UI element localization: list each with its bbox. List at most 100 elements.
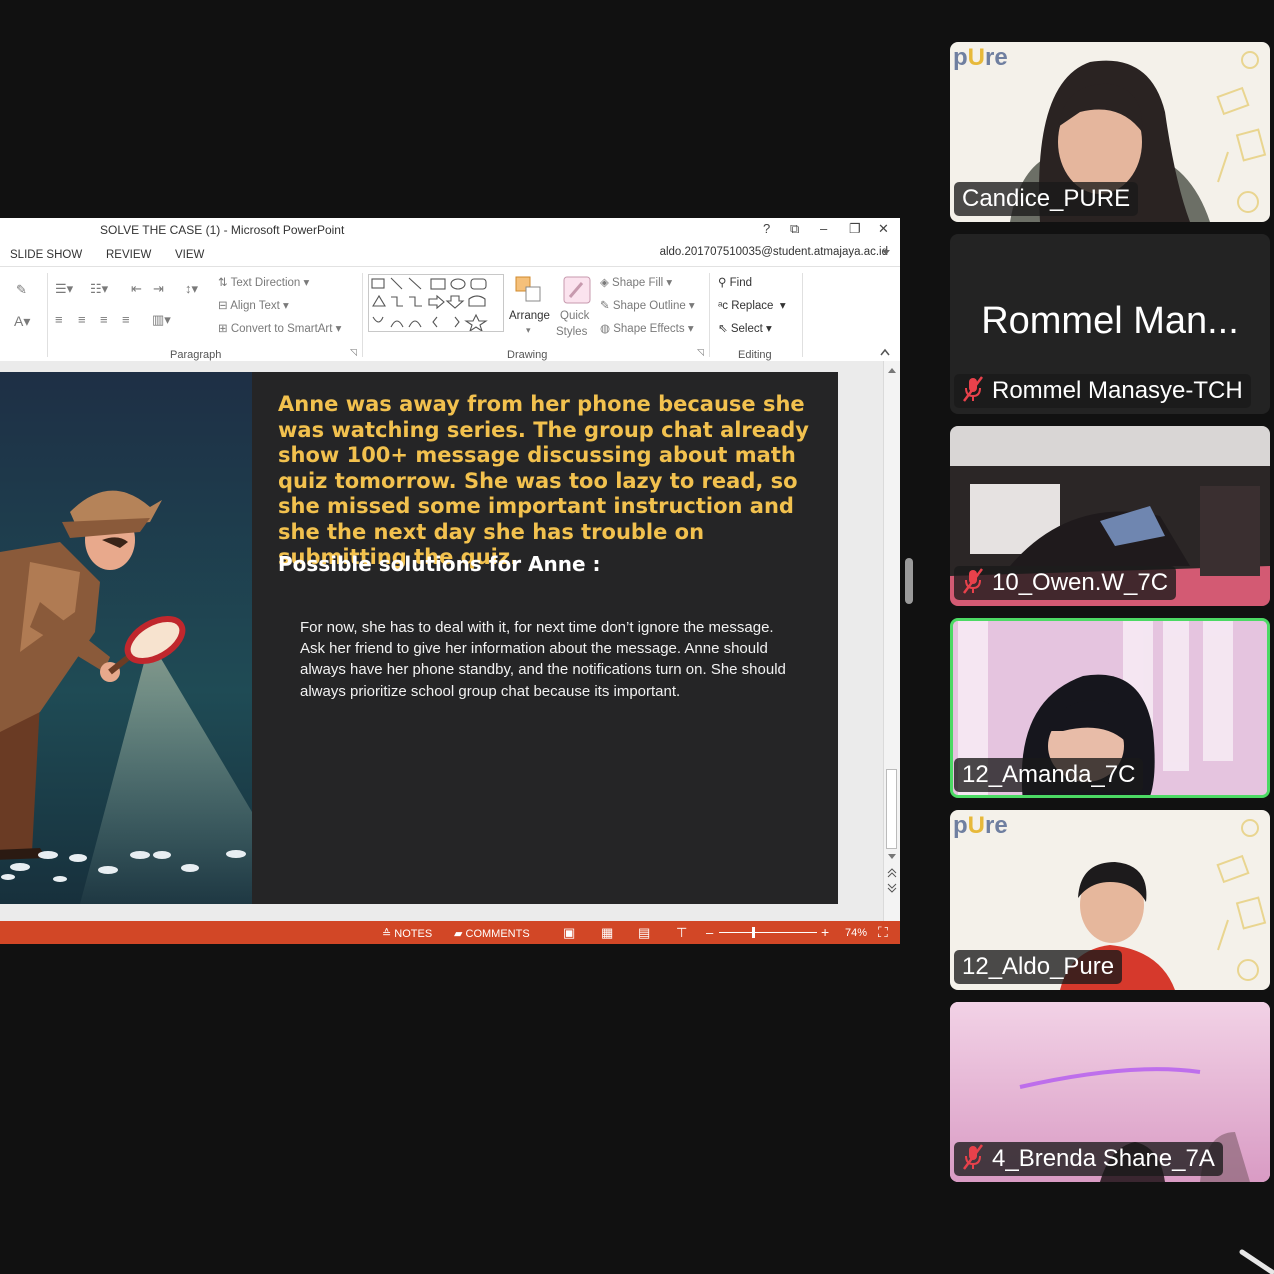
- shape-effects-icon: ◍: [600, 323, 614, 335]
- shape-outline-label: Shape Outline: [612, 300, 686, 312]
- line-spacing-icon[interactable]: ↕▾: [185, 281, 198, 297]
- reading-view-icon[interactable]: ▤: [638, 925, 650, 941]
- increase-indent-icon[interactable]: ⇥: [153, 281, 164, 297]
- zoom-out-icon[interactable]: –: [706, 925, 713, 940]
- participant-tile[interactable]: 10_Owen.W_7C: [950, 426, 1270, 606]
- replace-icon: ᵃc: [718, 300, 732, 312]
- collapse-ribbon-icon[interactable]: [880, 348, 890, 356]
- previous-slide-icon[interactable]: [887, 868, 897, 878]
- slide-editing-area: Anne was away from her phone because she…: [0, 361, 900, 921]
- participant-tile[interactable]: pUre 12_Aldo_Pure: [950, 810, 1270, 990]
- shape-fill-button[interactable]: ◈ Shape Fill ▾: [600, 275, 672, 289]
- participant-tile[interactable]: 4_Brenda Shane_7A: [950, 1002, 1270, 1182]
- tab-view[interactable]: VIEW: [175, 249, 204, 261]
- zoom-level[interactable]: 74%: [845, 927, 867, 939]
- dialog-launcher-icon[interactable]: ◹: [350, 347, 357, 358]
- participant-name: 10_Owen.W_7C: [992, 569, 1169, 596]
- numbering-icon[interactable]: ☷▾: [90, 281, 108, 297]
- arrange-icon[interactable]: [514, 275, 544, 305]
- chevron-down-icon[interactable]: [882, 250, 890, 256]
- participant-name-tag: Candice_PURE: [954, 182, 1139, 216]
- group-separator: [47, 273, 48, 357]
- binoculars-icon: ⚲: [718, 277, 730, 289]
- tab-review[interactable]: REVIEW: [106, 249, 151, 261]
- comments-button[interactable]: ▰ COMMENTS: [454, 927, 530, 940]
- scroll-up-icon[interactable]: [887, 366, 897, 374]
- columns-icon[interactable]: ▥▾: [152, 312, 171, 328]
- align-center-icon[interactable]: ≡: [78, 312, 86, 327]
- participant-name: 12_Aldo_Pure: [962, 953, 1115, 980]
- replace-button[interactable]: ᵃc Replace ▾: [718, 298, 786, 312]
- group-separator: [709, 273, 710, 357]
- shape-fill-label: Shape Fill: [612, 277, 664, 289]
- zoom-slider-thumb[interactable]: [752, 927, 755, 938]
- next-slide-icon[interactable]: [887, 883, 897, 893]
- close-button[interactable]: ✕: [878, 221, 889, 237]
- help-button[interactable]: ?: [763, 221, 770, 236]
- text-direction-button[interactable]: ⇅ Text Direction ▾: [218, 275, 309, 289]
- slide[interactable]: Anne was away from her phone because she…: [0, 372, 838, 904]
- notes-icon: ≙: [382, 928, 395, 940]
- shapes-gallery[interactable]: [368, 274, 504, 333]
- panel-scroll-handle[interactable]: [905, 558, 913, 604]
- participant-name-tag: 12_Aldo_Pure: [954, 950, 1123, 984]
- scroll-down-icon[interactable]: [887, 853, 897, 861]
- quick-styles-label-2[interactable]: Styles: [556, 326, 587, 338]
- group-separator: [802, 273, 803, 357]
- convert-smartart-button[interactable]: ⊞ Convert to SmartArt ▾: [218, 321, 341, 335]
- justify-icon[interactable]: ≡: [122, 312, 130, 327]
- participant-tile-active[interactable]: 12_Amanda_7C: [950, 618, 1270, 798]
- paint-bucket-icon: ◈: [600, 277, 613, 289]
- notes-button[interactable]: ≙ NOTES: [382, 927, 432, 940]
- select-button[interactable]: ⇖ Select ▾: [718, 321, 772, 335]
- resize-handle-icon[interactable]: [1238, 1248, 1274, 1274]
- shape-effects-button[interactable]: ◍ Shape Effects ▾: [600, 321, 694, 335]
- bullets-icon[interactable]: ☰▾: [55, 281, 73, 297]
- shapes-gallery-icon: [371, 277, 488, 333]
- find-label: Find: [729, 277, 752, 289]
- align-right-icon[interactable]: ≡: [100, 312, 108, 327]
- participant-tile[interactable]: pUre Candice_PURE: [950, 42, 1270, 222]
- normal-view-icon[interactable]: ▣: [563, 925, 575, 941]
- participant-tile[interactable]: Rommel Man... Rommel Manasye-TCH: [950, 234, 1270, 414]
- minimize-button[interactable]: –: [820, 221, 827, 236]
- find-button[interactable]: ⚲ Find: [718, 275, 752, 289]
- quick-styles-icon[interactable]: [562, 275, 592, 305]
- comments-label: COMMENTS: [465, 928, 530, 940]
- slide-sorter-icon[interactable]: ▦: [601, 925, 613, 941]
- zoom-in-icon[interactable]: +: [821, 924, 829, 940]
- vertical-scrollbar[interactable]: [883, 361, 900, 921]
- shape-effects-label: Shape Effects: [613, 323, 685, 335]
- muted-mic-icon: [963, 568, 983, 594]
- ribbon-display-button[interactable]: ⧉: [790, 221, 799, 237]
- powerpoint-window: SOLVE THE CASE (1) - Microsoft PowerPoin…: [0, 218, 900, 944]
- slide-show-icon[interactable]: ⊤: [676, 925, 687, 941]
- participant-display-name: Rommel Man...: [981, 300, 1239, 342]
- zoom-slider[interactable]: [719, 932, 817, 933]
- font-color-icon[interactable]: A▾: [14, 313, 30, 330]
- dialog-launcher-icon[interactable]: ◹: [697, 347, 704, 358]
- scroll-thumb[interactable]: [886, 769, 897, 849]
- align-text-icon: ⊟: [218, 300, 231, 312]
- convert-smartart-label: Convert to SmartArt: [230, 323, 333, 335]
- muted-mic-icon: [963, 376, 983, 402]
- clear-format-icon[interactable]: ✎: [16, 282, 27, 298]
- participant-name-tag: 10_Owen.W_7C: [954, 566, 1177, 600]
- slide-heading[interactable]: Anne was away from her phone because she…: [278, 392, 834, 571]
- slide-subheading[interactable]: Possible solutions for Anne :: [278, 552, 601, 576]
- account-email[interactable]: aldo.201707510035@student.atmajaya.ac.id: [660, 246, 888, 258]
- maximize-button[interactable]: ❐: [849, 221, 861, 237]
- shape-outline-button[interactable]: ✎ Shape Outline ▾: [600, 298, 695, 312]
- slide-body-text[interactable]: For now, she has to deal with it, for ne…: [300, 617, 800, 702]
- decrease-indent-icon[interactable]: ⇤: [131, 281, 142, 297]
- chevron-down-icon: ▾: [526, 325, 531, 335]
- fit-to-window-icon[interactable]: ⛶: [878, 924, 888, 941]
- quick-styles-label-1[interactable]: Quick: [560, 310, 589, 322]
- comment-icon: ▰: [454, 928, 466, 940]
- align-text-button[interactable]: ⊟ Align Text ▾: [218, 298, 289, 312]
- editing-group-label: Editing: [738, 349, 772, 361]
- align-left-icon[interactable]: ≡: [55, 312, 63, 327]
- tab-slide-show[interactable]: SLIDE SHOW: [10, 249, 82, 261]
- participant-name: 4_Brenda Shane_7A: [992, 1145, 1215, 1172]
- arrange-label[interactable]: Arrange: [509, 310, 550, 322]
